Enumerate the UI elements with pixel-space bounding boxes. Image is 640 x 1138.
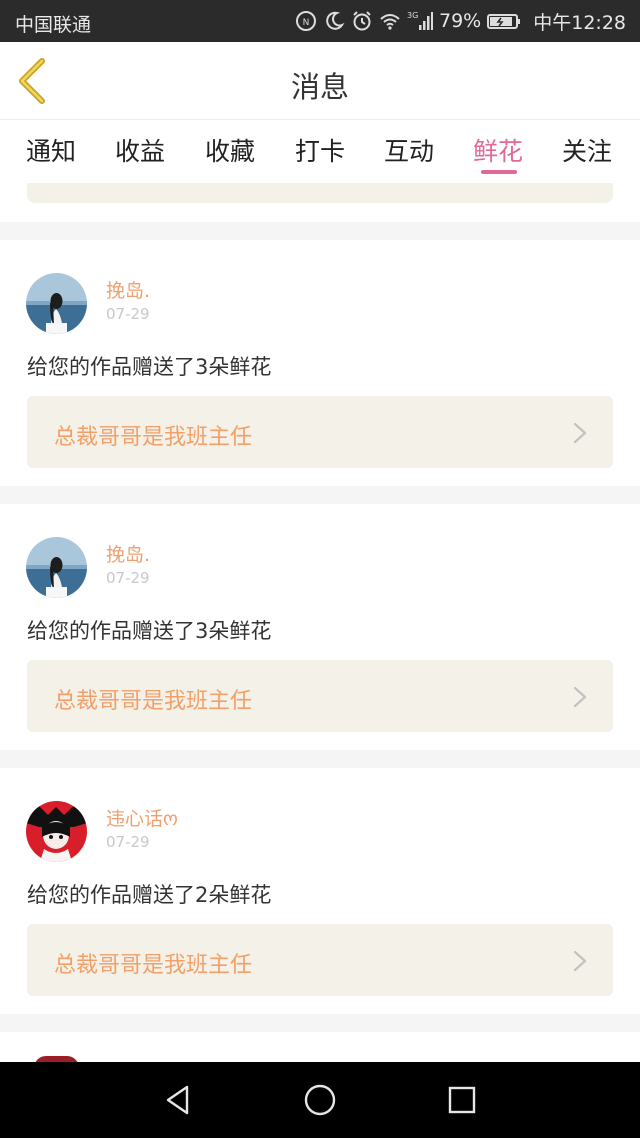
work-link-card[interactable]: 总裁哥哥是我班主任 — [27, 660, 613, 732]
previous-work-link-card[interactable] — [27, 183, 613, 203]
alarm-icon — [351, 10, 373, 32]
tab-checkin[interactable]: 打卡 — [295, 132, 345, 168]
nav-home-button[interactable] — [302, 1082, 338, 1118]
username[interactable]: 违心话ო — [106, 804, 178, 831]
work-title: 总裁哥哥是我班主任 — [54, 689, 253, 714]
username[interactable]: 挽岛. — [106, 540, 150, 567]
tab-bar: 通知 收益 收藏 打卡 互动 鲜花 关注 — [0, 120, 640, 176]
date: 07-29 — [106, 569, 150, 587]
message-text: 给您的作品赠送了3朵鲜花 — [27, 619, 272, 643]
work-title: 总裁哥哥是我班主任 — [54, 953, 253, 978]
message-text: 给您的作品赠送了3朵鲜花 — [27, 355, 272, 379]
chevron-right-icon — [573, 950, 587, 972]
message-text: 给您的作品赠送了2朵鲜花 — [27, 883, 272, 907]
separator — [0, 486, 640, 504]
notification-card: 违心话ო 07-29 给您的作品赠送了2朵鲜花 总裁哥哥是我班主任 — [0, 768, 640, 1014]
nav-recents-button[interactable] — [444, 1082, 480, 1118]
notification-card: 挽岛. 07-29 给您的作品赠送了3朵鲜花 总裁哥哥是我班主任 — [0, 504, 640, 750]
work-link-card[interactable]: 总裁哥哥是我班主任 — [27, 924, 613, 996]
tab-earnings[interactable]: 收益 — [115, 132, 165, 168]
chevron-right-icon — [573, 422, 587, 444]
battery-percent: 79% — [439, 10, 482, 32]
avatar[interactable] — [26, 273, 87, 334]
work-link-card[interactable]: 总裁哥哥是我班主任 — [27, 396, 613, 468]
moon-icon — [323, 10, 345, 32]
svg-text:N: N — [303, 18, 310, 28]
system-nav-bar — [0, 1062, 640, 1138]
avatar[interactable] — [26, 801, 87, 862]
separator — [0, 1014, 640, 1032]
avatar-image — [26, 273, 87, 334]
separator — [0, 750, 640, 768]
notification-feed[interactable]: 挽岛. 07-29 给您的作品赠送了3朵鲜花 总裁哥哥是我班主任 挽岛. 07-… — [0, 176, 640, 1062]
avatar-image — [26, 537, 87, 598]
nfc-icon: N — [295, 10, 317, 32]
carrier-name: 中国联通 — [15, 14, 92, 36]
page-header: 消息 — [0, 42, 640, 120]
tab-follow[interactable]: 关注 — [562, 132, 612, 168]
status-icons: N 3G 79% 中午12:28 — [295, 0, 626, 42]
nav-back-button[interactable] — [160, 1082, 196, 1118]
nav-back-icon — [166, 1085, 189, 1115]
work-title: 总裁哥哥是我班主任 — [54, 425, 253, 450]
avatar[interactable] — [26, 537, 87, 598]
active-tab-indicator — [481, 170, 517, 174]
network-type: 3G — [407, 11, 418, 20]
date: 07-29 — [106, 833, 150, 851]
chevron-right-icon — [573, 686, 587, 708]
nav-recents-icon — [448, 1086, 476, 1114]
clock-time: 中午12:28 — [533, 11, 626, 34]
nav-home-icon — [304, 1084, 336, 1116]
avatar-image — [26, 801, 87, 862]
notification-card: 挽岛. 07-29 给您的作品赠送了3朵鲜花 总裁哥哥是我班主任 — [0, 240, 640, 486]
tab-interaction[interactable]: 互动 — [384, 132, 434, 168]
signal-icon: 3G — [407, 10, 433, 32]
wifi-icon — [379, 10, 401, 32]
page-title: 消息 — [290, 70, 349, 104]
username[interactable]: 挽岛. — [106, 276, 150, 303]
tab-flowers[interactable]: 鲜花 — [473, 132, 523, 168]
date: 07-29 — [106, 305, 150, 323]
tab-favorites[interactable]: 收藏 — [205, 132, 255, 168]
battery-icon — [487, 10, 521, 32]
separator — [0, 222, 640, 240]
tab-notice[interactable]: 通知 — [26, 132, 76, 168]
status-bar: 中国联通 N 3G 79% 中午12:28 — [0, 0, 640, 42]
